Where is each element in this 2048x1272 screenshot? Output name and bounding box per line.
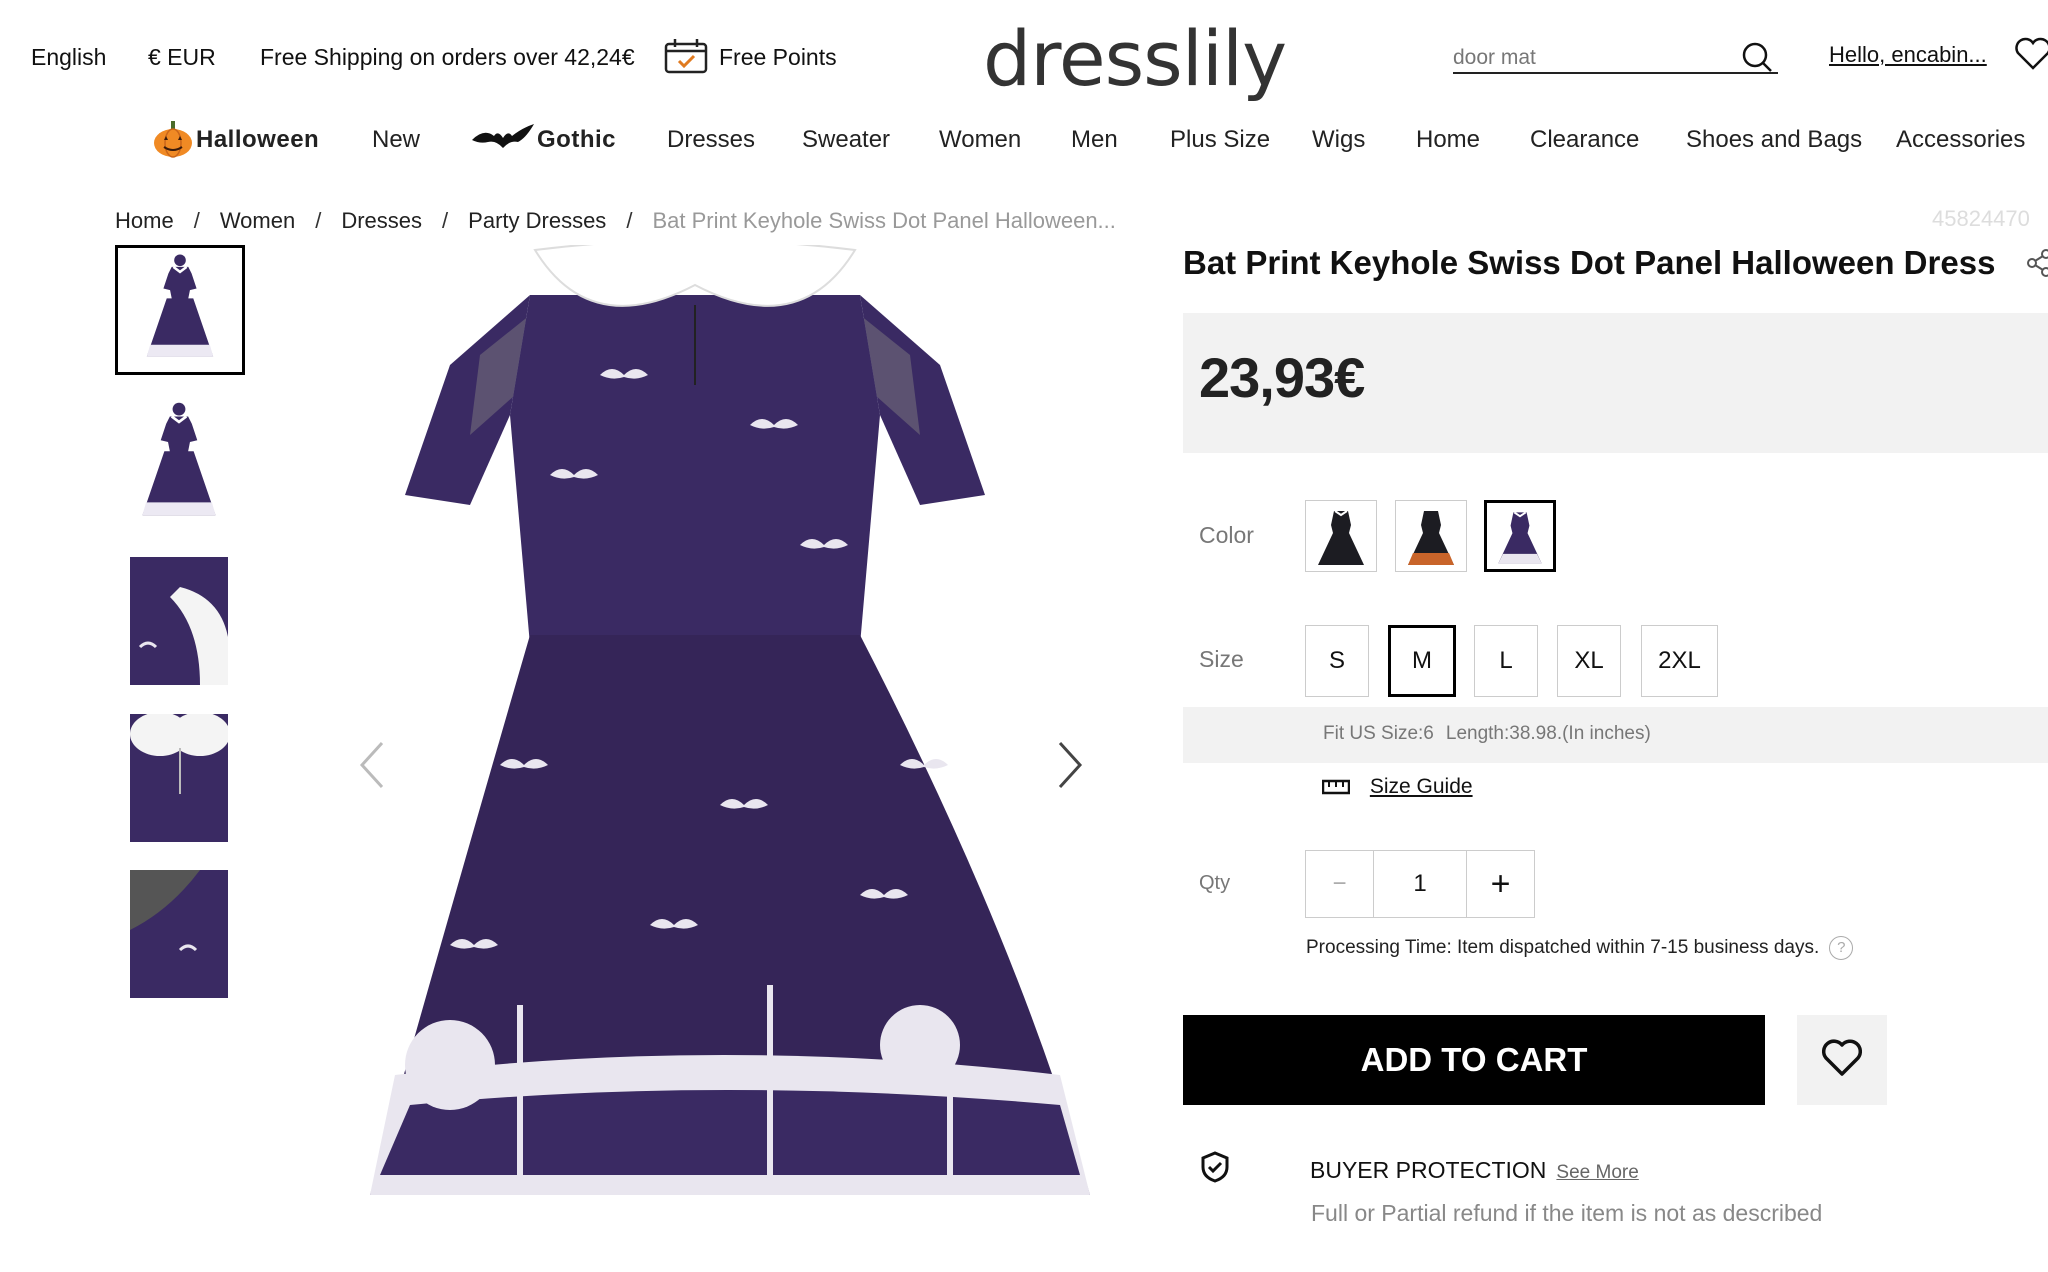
free-shipping-notice[interactable]: Free Shipping on orders over 42,24€ [260,44,635,71]
quantity-stepper: − 1 + [1305,850,1535,918]
color-swatch-black-orange[interactable] [1395,500,1467,572]
nav-item-accessories[interactable]: Accessories [1896,126,2025,154]
breadcrumb-women[interactable]: Women [220,208,295,233]
nav-item-clearance[interactable]: Clearance [1530,126,1639,154]
search-input[interactable] [1453,40,1723,70]
thumbnail-5[interactable] [130,870,228,998]
nav-item-gothic[interactable]: Gothic [537,126,616,154]
free-points-link[interactable]: Free Points [719,44,837,71]
language-selector[interactable]: English [31,44,106,71]
nav-item-plus-size[interactable]: Plus Size [1170,126,1270,154]
thumbnail-1[interactable] [115,245,245,375]
size-option-m[interactable]: M [1388,625,1456,697]
nav-item-halloween[interactable]: Halloween [196,126,319,154]
currency-selector[interactable]: € EUR [148,44,216,71]
calendar-check-icon[interactable] [664,38,708,80]
size-guide-label: Size Guide [1369,775,1473,798]
bat-icon [470,122,536,163]
product-price: 23,93€ [1199,346,1365,409]
size-option-xl[interactable]: XL [1557,625,1621,697]
color-label: Color [1199,522,1254,548]
fit-us-size: Fit US Size:6 [1323,723,1434,744]
product-sku: 45824470 [1932,206,2030,231]
buyer-protection-title: BUYER PROTECTION [1310,1157,1547,1183]
qty-decrease-button[interactable]: − [1306,851,1374,917]
breadcrumb-separator: / [193,208,200,233]
size-option-s[interactable]: S [1305,625,1369,697]
nav-item-sweater[interactable]: Sweater [802,126,890,154]
color-swatch-purple[interactable] [1484,500,1556,572]
buyer-protection: BUYER PROTECTION See More [1310,1157,1639,1184]
size-label: Size [1199,646,1244,672]
prev-image-arrow[interactable] [352,735,392,795]
breadcrumb-party-dresses[interactable]: Party Dresses [468,208,606,233]
pumpkin-icon [152,118,194,167]
site-logo[interactable]: dresslily [983,14,1287,103]
add-to-cart-button[interactable]: ADD TO CART [1183,1015,1765,1105]
breadcrumb-separator: / [442,208,449,233]
refund-note: Full or Partial refund if the item is no… [1311,1200,1823,1226]
nav-item-wigs[interactable]: Wigs [1312,126,1365,154]
see-more-link[interactable]: See More [1556,1162,1638,1183]
account-link[interactable]: Hello, encabin... [1829,42,1987,68]
nav-item-home[interactable]: Home [1416,126,1480,154]
breadcrumb-separator: / [315,208,322,233]
processing-time-text: Processing Time: Item dispatched within … [1306,937,1820,959]
shield-check-icon [1198,1150,1232,1184]
breadcrumb-dresses[interactable]: Dresses [341,208,422,233]
next-image-arrow[interactable] [1050,735,1090,795]
nav-item-women[interactable]: Women [939,126,1021,154]
add-to-wishlist-button[interactable] [1797,1015,1887,1105]
help-icon[interactable]: ? [1829,936,1854,960]
fit-info: Fit US Size:6 Length:38.98.(In inches) [1183,707,2048,763]
nav-item-shoes-and-bags[interactable]: Shoes and Bags [1686,126,1862,154]
search-box [1453,40,1778,74]
main-nav: Halloween New Gothic Dresses Sweater Wom… [0,118,2048,164]
search-icon[interactable] [1740,40,1774,74]
thumbnail-4[interactable] [130,714,228,842]
wishlist-icon[interactable] [2013,34,2048,74]
size-option-2xl[interactable]: 2XL [1641,625,1718,697]
processing-time: Processing Time: Item dispatched within … [1306,936,1854,960]
price-box: 23,93€ [1183,313,2048,453]
thumbnail-3[interactable] [130,557,228,685]
color-swatch-black[interactable] [1305,500,1377,572]
ruler-icon [1321,775,1356,798]
nav-item-dresses[interactable]: Dresses [667,126,755,154]
breadcrumb-separator: / [626,208,633,233]
breadcrumb-home[interactable]: Home [115,208,174,233]
breadcrumb: Home / Women / Dresses / Party Dresses / Bat Pri… [115,208,1116,234]
breadcrumb-current: Bat Print Keyhole Swiss Dot Panel Hallow… [652,208,1116,233]
qty-input[interactable]: 1 [1374,851,1466,917]
top-bar: English € EUR Free Shipping on orders ov… [0,0,2048,118]
fit-length: Length:38.98.(In inches) [1445,723,1651,744]
qty-label: Qty [1199,872,1231,894]
heart-icon [1820,1038,1864,1083]
product-main-image [300,239,1150,1265]
share-icon[interactable] [2024,248,2048,278]
nav-item-men[interactable]: Men [1071,126,1118,154]
size-option-l[interactable]: L [1474,625,1538,697]
thumbnail-2[interactable] [130,400,228,528]
nav-item-new[interactable]: New [372,126,420,154]
size-guide-link[interactable]: Size Guide [1321,775,1473,799]
qty-increase-button[interactable]: + [1466,851,1534,917]
product-title: Bat Print Keyhole Swiss Dot Panel Hallow… [1183,244,1996,281]
